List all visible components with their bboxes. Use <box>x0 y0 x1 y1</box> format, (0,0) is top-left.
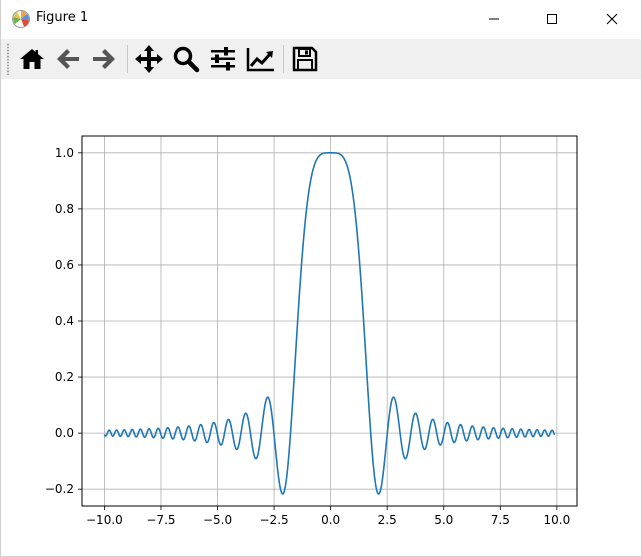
figure-canvas[interactable]: −10.0 −7.5 −5.0 −2.5 0.0 2.5 5.0 7.5 10.0 −0.2 0.0… <box>1 79 641 557</box>
y-tick-label: 0.2 <box>55 370 74 384</box>
toolbar-separator <box>127 45 128 73</box>
toolbar-grip[interactable] <box>7 43 9 75</box>
y-tick-label: 0.8 <box>55 202 74 216</box>
save-button[interactable] <box>288 43 322 75</box>
y-tick-label: 1.0 <box>55 146 74 160</box>
x-tick-label: 10.0 <box>544 513 571 527</box>
y-tick-label: 0.6 <box>55 258 74 272</box>
window-title: Figure 1 <box>36 10 89 25</box>
arrow-right-icon <box>93 49 115 69</box>
x-tick-label: −2.5 <box>260 513 289 527</box>
close-button[interactable] <box>589 0 635 38</box>
y-tick-label: 0.4 <box>55 314 74 328</box>
forward-button[interactable] <box>87 43 121 75</box>
x-tick-label: 7.5 <box>491 513 510 527</box>
x-tick-label: 5.0 <box>434 513 453 527</box>
magnifier-icon <box>173 46 200 73</box>
x-tick-label: −5.0 <box>203 513 232 527</box>
y-tick-label: −0.2 <box>45 482 74 496</box>
x-tick-label: −7.5 <box>146 513 175 527</box>
zoom-button[interactable] <box>169 43 203 75</box>
title-bar[interactable]: Figure 1 <box>1 0 641 38</box>
close-icon <box>606 13 618 25</box>
edit-axes-button[interactable] <box>244 43 278 75</box>
line-chart[interactable]: −10.0 −7.5 −5.0 −2.5 0.0 2.5 5.0 7.5 10.0 −0.2 0.0… <box>1 79 641 557</box>
x-tick-label: −10.0 <box>86 513 123 527</box>
navigation-toolbar <box>1 39 641 79</box>
floppy-icon <box>292 46 318 72</box>
home-icon <box>20 49 44 69</box>
grid <box>82 136 577 506</box>
x-tick-label: 2.5 <box>378 513 397 527</box>
subplots-button[interactable] <box>206 43 240 75</box>
toolbar-separator <box>283 45 284 73</box>
maximize-icon <box>547 14 557 24</box>
chart-line-icon <box>246 48 274 72</box>
home-button[interactable] <box>15 43 49 75</box>
arrow-left-icon <box>57 49 79 69</box>
maximize-button[interactable] <box>529 0 575 38</box>
figure-window: Figure 1 −10.0 −7.5 −5.0 −2.5 0.0 2.5 5.… <box>0 0 642 557</box>
sliders-icon <box>211 47 235 71</box>
pan-button[interactable] <box>132 43 166 75</box>
x-tick-label: 0.0 <box>321 513 340 527</box>
minimize-icon <box>489 18 499 20</box>
matplotlib-logo-icon <box>12 10 30 28</box>
y-tick-label: 0.0 <box>55 426 74 440</box>
move-icon <box>135 45 163 73</box>
series-line <box>103 152 556 495</box>
back-button[interactable] <box>51 43 85 75</box>
minimize-button[interactable] <box>471 0 517 38</box>
